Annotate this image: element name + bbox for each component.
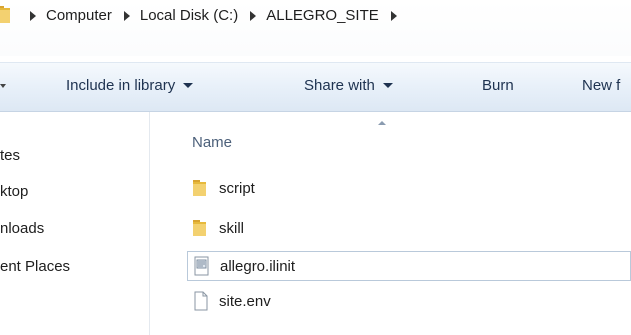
share-with-label: Share with: [304, 77, 375, 94]
include-in-library-button[interactable]: Include in library: [66, 77, 194, 94]
column-header-name[interactable]: Name: [192, 134, 232, 151]
breadcrumb-allegro-site[interactable]: ALLEGRO_SITE: [266, 7, 379, 24]
list-item[interactable]: script: [187, 173, 631, 203]
sort-ascending-icon: [378, 121, 386, 125]
file-name: script: [219, 179, 255, 197]
nav-item-recent-places[interactable]: ent Places: [0, 258, 70, 275]
nav-item-favorites[interactable]: tes: [0, 147, 20, 164]
list-item[interactable]: site.env: [187, 286, 631, 316]
new-folder-label: New f: [582, 77, 621, 94]
include-in-library-label: Include in library: [66, 77, 176, 94]
burn-button[interactable]: Burn: [482, 77, 514, 94]
organize-caret-icon[interactable]: [0, 84, 6, 88]
folder-icon: [193, 180, 206, 196]
file-icon: [194, 291, 208, 311]
chevron-down-icon: [382, 83, 393, 88]
nav-item-desktop[interactable]: ktop: [0, 183, 28, 200]
new-folder-button[interactable]: New f: [582, 77, 620, 94]
navigation-pane[interactable]: tes ktop nloads ent Places: [0, 112, 150, 335]
file-name: allegro.ilinit: [220, 257, 296, 275]
folder-icon: [193, 220, 206, 236]
file-name: skill: [219, 219, 244, 237]
breadcrumb: Computer Local Disk (C:) ALLEGRO_SITE: [18, 7, 407, 24]
share-with-button[interactable]: Share with: [304, 77, 393, 94]
address-bar[interactable]: Computer Local Disk (C:) ALLEGRO_SITE: [0, 0, 631, 56]
config-file-icon: [194, 256, 209, 276]
file-list[interactable]: Name script skill allegro.ilinit site.en…: [151, 112, 631, 335]
breadcrumb-local-disk[interactable]: Local Disk (C:): [140, 7, 238, 24]
chevron-down-icon: [183, 83, 194, 88]
nav-item-downloads[interactable]: nloads: [0, 220, 44, 237]
breadcrumb-computer[interactable]: Computer: [46, 7, 112, 24]
breadcrumb-arrow-icon[interactable]: [250, 10, 257, 21]
breadcrumb-arrow-icon[interactable]: [30, 10, 36, 21]
list-item[interactable]: skill: [187, 213, 631, 243]
breadcrumb-arrow-icon[interactable]: [123, 10, 130, 21]
breadcrumb-arrow-icon[interactable]: [390, 10, 397, 21]
list-item[interactable]: allegro.ilinit: [187, 251, 631, 281]
file-name: site.env: [219, 292, 271, 310]
folder-icon: [0, 6, 10, 23]
burn-label: Burn: [482, 77, 514, 94]
command-bar: Include in library Share with Burn New f: [0, 62, 631, 112]
